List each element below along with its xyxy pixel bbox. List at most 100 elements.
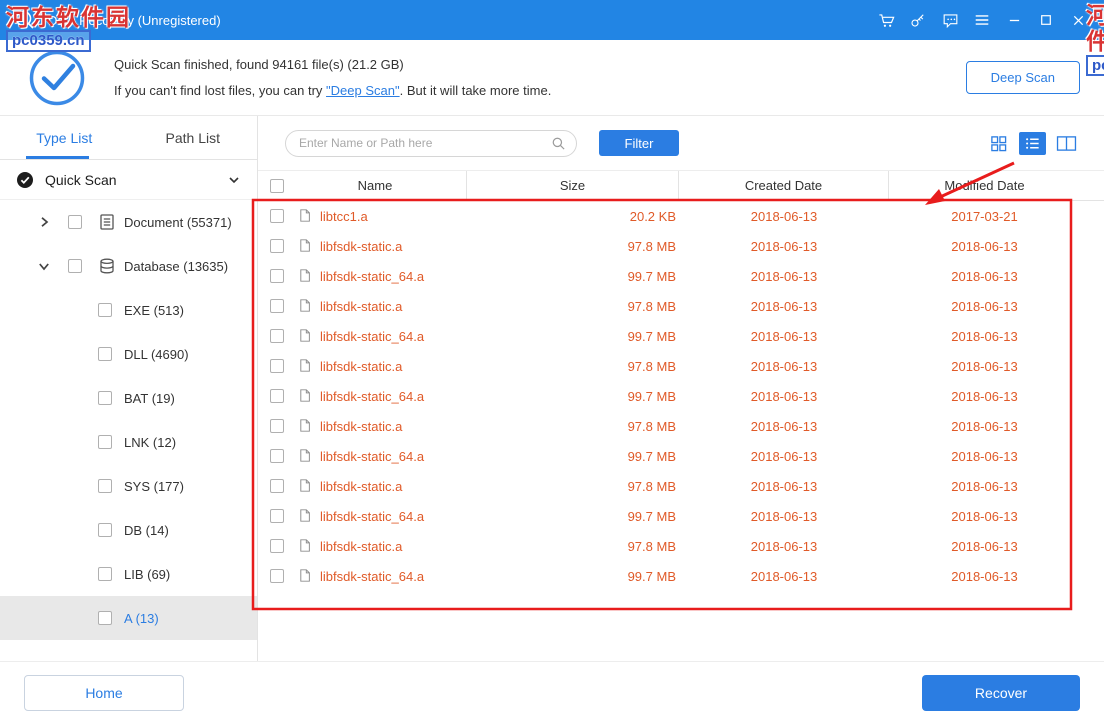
row-checkbox[interactable] <box>270 269 284 283</box>
row-checkbox[interactable] <box>270 359 284 373</box>
tree-item-lib-69[interactable]: LIB (69) <box>0 552 257 596</box>
file-created: 2018-06-13 <box>679 381 889 411</box>
scan-hint-text: If you can't find lost files, you can tr… <box>114 83 551 98</box>
scan-mode-selector[interactable]: Quick Scan <box>0 160 257 200</box>
row-checkbox[interactable] <box>270 329 284 343</box>
search-input[interactable] <box>299 136 551 150</box>
minimize-button[interactable] <box>998 5 1030 35</box>
row-checkbox[interactable] <box>270 449 284 463</box>
file-row[interactable]: libfsdk-static_64.a 99.7 MB 2018-06-13 2… <box>258 381 1104 411</box>
file-size: 99.7 MB <box>467 321 679 351</box>
title-bar: Data Recovery (Unregistered) <box>0 0 1104 40</box>
maximize-button[interactable] <box>1030 5 1062 35</box>
tree-item-database-13635[interactable]: Database (13635) <box>0 244 257 288</box>
tab-type-list[interactable]: Type List <box>0 116 129 159</box>
file-modified: 2018-06-13 <box>889 351 1080 381</box>
tree-item-a-13[interactable]: A (13) <box>0 596 257 640</box>
header-size[interactable]: Size <box>467 171 679 200</box>
search-icon <box>551 136 566 151</box>
row-checkbox[interactable] <box>270 539 284 553</box>
file-name: libfsdk-static_64.a <box>320 269 424 284</box>
file-row[interactable]: libfsdk-static_64.a 99.7 MB 2018-06-13 2… <box>258 441 1104 471</box>
file-size: 99.7 MB <box>467 261 679 291</box>
tree-item-exe-513[interactable]: EXE (513) <box>0 288 257 332</box>
file-row[interactable]: libfsdk-static.a 97.8 MB 2018-06-13 2018… <box>258 351 1104 381</box>
file-row[interactable]: libtcc1.a 20.2 KB 2018-06-13 2017-03-21 <box>258 201 1104 231</box>
file-icon <box>298 208 313 224</box>
file-row[interactable]: libfsdk-static.a 97.8 MB 2018-06-13 2018… <box>258 291 1104 321</box>
tree-checkbox[interactable] <box>98 347 112 361</box>
tree-item-document-55371[interactable]: Document (55371) <box>0 200 257 244</box>
file-created: 2018-06-13 <box>679 501 889 531</box>
file-row[interactable]: libfsdk-static_64.a 99.7 MB 2018-06-13 2… <box>258 261 1104 291</box>
deep-scan-link[interactable]: "Deep Scan" <box>326 83 400 98</box>
select-all-checkbox[interactable] <box>270 179 284 193</box>
header-created-date[interactable]: Created Date <box>679 171 889 200</box>
header-name[interactable]: Name <box>284 171 467 200</box>
window-title: Data Recovery (Unregistered) <box>48 13 221 28</box>
tree-item-db-14[interactable]: DB (14) <box>0 508 257 552</box>
tree-checkbox[interactable] <box>98 303 112 317</box>
file-row[interactable]: libfsdk-static_64.a 99.7 MB 2018-06-13 2… <box>258 321 1104 351</box>
tree-checkbox[interactable] <box>68 215 82 229</box>
file-created: 2018-06-13 <box>679 531 889 561</box>
tree-checkbox[interactable] <box>68 259 82 273</box>
tree-checkbox[interactable] <box>98 391 112 405</box>
file-created: 2018-06-13 <box>679 321 889 351</box>
tree-item-bat-19[interactable]: BAT (19) <box>0 376 257 420</box>
store-button[interactable] <box>870 5 902 35</box>
tree-item-sys-177[interactable]: SYS (177) <box>0 464 257 508</box>
footer-bar: Home Recover <box>0 661 1104 723</box>
deep-scan-button[interactable]: Deep Scan <box>966 61 1080 94</box>
feedback-button[interactable] <box>934 5 966 35</box>
row-checkbox[interactable] <box>270 479 284 493</box>
recover-button[interactable]: Recover <box>922 675 1080 711</box>
tab-path-list[interactable]: Path List <box>129 116 258 159</box>
filter-button[interactable]: Filter <box>599 130 679 156</box>
tree-item-dll-4690[interactable]: DLL (4690) <box>0 332 257 376</box>
row-checkbox[interactable] <box>270 299 284 313</box>
expanded-expander-icon[interactable] <box>36 258 52 274</box>
tree-checkbox[interactable] <box>98 479 112 493</box>
file-icon <box>298 268 313 284</box>
tree-checkbox[interactable] <box>98 611 112 625</box>
file-row[interactable]: libfsdk-static.a 97.8 MB 2018-06-13 2018… <box>258 411 1104 441</box>
tree-checkbox[interactable] <box>98 567 112 581</box>
tree-item-label: BAT (19) <box>124 391 175 406</box>
tree-checkbox[interactable] <box>98 523 112 537</box>
file-created: 2018-06-13 <box>679 231 889 261</box>
home-button[interactable]: Home <box>24 675 184 711</box>
register-button[interactable] <box>902 5 934 35</box>
file-row[interactable]: libfsdk-static_64.a 99.7 MB 2018-06-13 2… <box>258 561 1104 591</box>
row-checkbox[interactable] <box>270 569 284 583</box>
header-modified-date[interactable]: Modified Date <box>889 171 1080 200</box>
tree-checkbox[interactable] <box>98 435 112 449</box>
close-button[interactable] <box>1062 5 1094 35</box>
sidebar-tabs: Type List Path List <box>0 116 257 160</box>
file-size: 97.8 MB <box>467 291 679 321</box>
list-view-button[interactable] <box>1019 132 1046 155</box>
detail-view-button[interactable] <box>1053 132 1080 155</box>
file-size: 99.7 MB <box>467 381 679 411</box>
grid-view-button[interactable] <box>985 132 1012 155</box>
file-row[interactable]: libfsdk-static.a 97.8 MB 2018-06-13 2018… <box>258 231 1104 261</box>
file-row[interactable]: libfsdk-static.a 97.8 MB 2018-06-13 2018… <box>258 471 1104 501</box>
tree-item-lnk-12[interactable]: LNK (12) <box>0 420 257 464</box>
file-modified: 2018-06-13 <box>889 231 1080 261</box>
app-window: Data Recovery (Unregistered) <box>0 0 1104 723</box>
chevron-down-icon[interactable] <box>227 173 241 187</box>
menu-icon <box>973 11 991 29</box>
file-icon <box>298 448 313 464</box>
file-row[interactable]: libfsdk-static.a 97.8 MB 2018-06-13 2018… <box>258 531 1104 561</box>
app-logo-icon <box>14 9 36 31</box>
file-name: libfsdk-static.a <box>320 299 402 314</box>
row-checkbox[interactable] <box>270 239 284 253</box>
file-modified: 2018-06-13 <box>889 561 1080 591</box>
row-checkbox[interactable] <box>270 419 284 433</box>
row-checkbox[interactable] <box>270 509 284 523</box>
row-checkbox[interactable] <box>270 389 284 403</box>
collapsed-expander-icon[interactable] <box>36 214 52 230</box>
menu-button[interactable] <box>966 5 998 35</box>
file-row[interactable]: libfsdk-static_64.a 99.7 MB 2018-06-13 2… <box>258 501 1104 531</box>
row-checkbox[interactable] <box>270 209 284 223</box>
